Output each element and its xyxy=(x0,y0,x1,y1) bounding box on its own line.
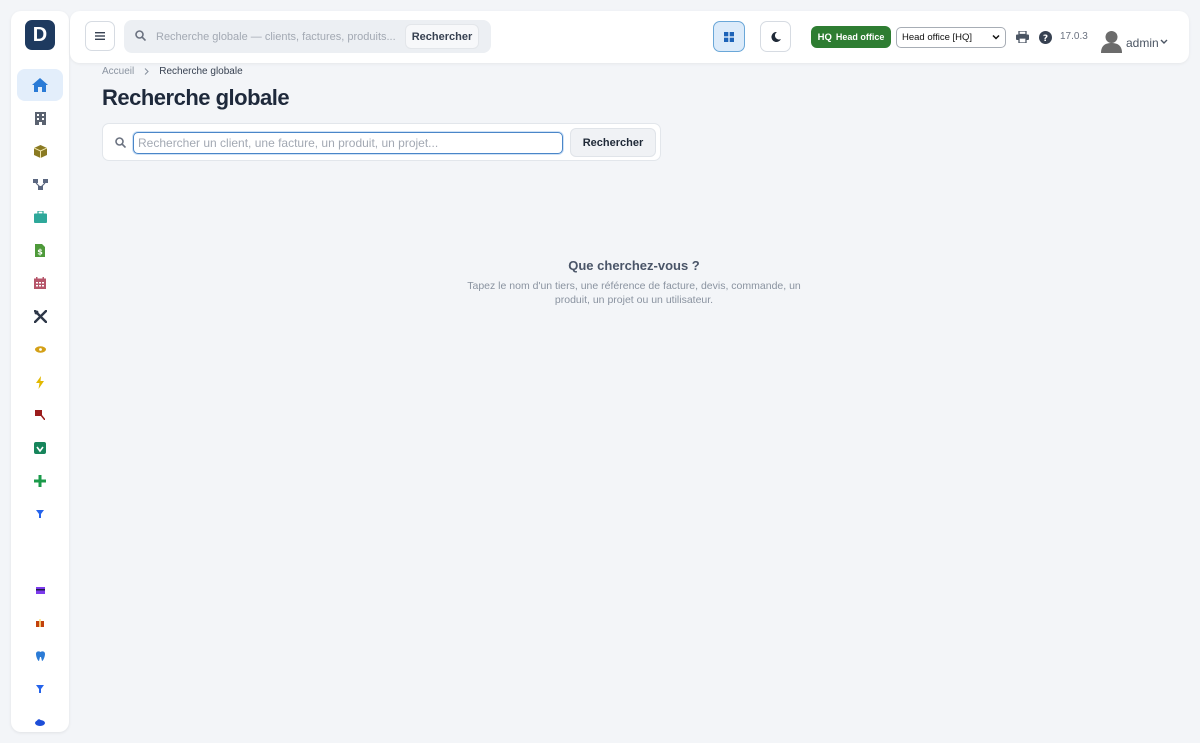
sidebar-item-flag[interactable] xyxy=(17,399,63,431)
help-icon[interactable]: ? xyxy=(1039,31,1052,44)
empty-state-title: Que cherchez-vous ? xyxy=(568,258,700,273)
chevron-down-icon xyxy=(992,34,1000,40)
print-icon[interactable] xyxy=(1016,31,1029,43)
shield-check-icon xyxy=(34,442,46,454)
sidebar-item-add[interactable] xyxy=(17,465,63,497)
svg-text:?: ? xyxy=(1043,34,1048,44)
dark-mode-button[interactable] xyxy=(760,21,791,52)
sidebar-item-funnel[interactable] xyxy=(17,673,63,705)
tools-icon xyxy=(33,309,47,323)
box-icon xyxy=(33,144,47,158)
sidebar-item-filter[interactable] xyxy=(17,498,63,530)
sidebar-item-security[interactable] xyxy=(17,432,63,464)
cloud-icon xyxy=(35,718,45,726)
empty-state: Que cherchez-vous ? Tapez le nom d'un ti… xyxy=(450,258,818,307)
search-icon xyxy=(115,137,126,148)
global-search-bar: Rechercher xyxy=(124,20,491,53)
entity-badge-code: HQ xyxy=(817,31,832,43)
user-menu[interactable]: admin xyxy=(1126,36,1159,50)
empty-state-text: Tapez le nom d'un tiers, une référence d… xyxy=(467,280,801,306)
sidebar: D $ xyxy=(11,11,69,732)
sidebar-item-companies[interactable] xyxy=(17,102,63,134)
global-search-button[interactable]: Rechercher xyxy=(405,24,479,49)
search-icon xyxy=(135,30,146,41)
card-icon xyxy=(35,586,45,594)
home-icon xyxy=(32,78,48,92)
sidebar-item-energy[interactable] xyxy=(17,366,63,398)
entity-select-value: Head office [HQ] xyxy=(902,32,973,43)
sidebar-item-view[interactable] xyxy=(17,333,63,365)
building-icon xyxy=(34,111,46,125)
version-label: 17.0.3 xyxy=(1060,31,1088,42)
invoice-dollar-icon: $ xyxy=(35,243,45,257)
logo-letter: D xyxy=(32,23,48,46)
chevron-right-icon xyxy=(144,68,150,75)
filter-icon xyxy=(36,510,44,518)
sidebar-item-dental[interactable] xyxy=(17,640,63,672)
breadcrumb-home[interactable]: Accueil xyxy=(102,66,134,77)
topbar: Rechercher HQ Head office Head office [H… xyxy=(70,11,1189,63)
avatar[interactable] xyxy=(1101,30,1122,53)
svg-text:$: $ xyxy=(37,247,43,256)
eye-icon xyxy=(34,345,46,353)
sidebar-item-card[interactable] xyxy=(17,574,63,606)
gift-icon xyxy=(36,619,44,627)
menu-toggle-button[interactable] xyxy=(85,21,115,51)
hamburger-icon xyxy=(95,32,105,40)
sidebar-item-home[interactable] xyxy=(17,69,63,101)
sidebar-item-workflow[interactable] xyxy=(17,168,63,200)
grid-icon xyxy=(724,31,734,42)
briefcase-icon xyxy=(33,211,47,223)
app-logo[interactable]: D xyxy=(25,20,55,50)
sidebar-item-billing[interactable]: $ xyxy=(17,234,63,266)
bolt-icon xyxy=(36,375,44,389)
apps-grid-button[interactable] xyxy=(713,21,745,52)
calendar-icon xyxy=(34,277,46,289)
breadcrumb-current: Recherche globale xyxy=(159,66,243,77)
sidebar-item-gift[interactable] xyxy=(17,607,63,639)
sidebar-item-tools[interactable] xyxy=(17,300,63,332)
search-button[interactable]: Rechercher xyxy=(570,128,656,157)
page-title: Recherche globale xyxy=(102,85,290,110)
entity-select[interactable]: Head office [HQ] xyxy=(896,27,1006,48)
sidebar-item-agenda[interactable] xyxy=(17,267,63,299)
sidebar-item-projects[interactable] xyxy=(17,201,63,233)
moon-icon xyxy=(770,31,781,42)
global-search-input[interactable] xyxy=(156,28,396,45)
sidebar-item-cloud[interactable] xyxy=(17,706,63,738)
breadcrumb: Accueil Recherche globale xyxy=(102,66,243,77)
entity-badge-label: Head office xyxy=(835,32,885,42)
search-card: Rechercher xyxy=(102,123,661,161)
flag-icon xyxy=(35,410,45,420)
funnel-icon xyxy=(36,685,44,693)
tooth-icon xyxy=(35,651,45,661)
workflow-icon xyxy=(32,178,48,190)
entity-badge: HQ Head office xyxy=(811,26,891,48)
search-input[interactable] xyxy=(133,132,563,154)
sidebar-item-products[interactable] xyxy=(17,135,63,167)
plus-icon xyxy=(34,475,46,487)
chevron-down-icon[interactable] xyxy=(1160,39,1168,45)
